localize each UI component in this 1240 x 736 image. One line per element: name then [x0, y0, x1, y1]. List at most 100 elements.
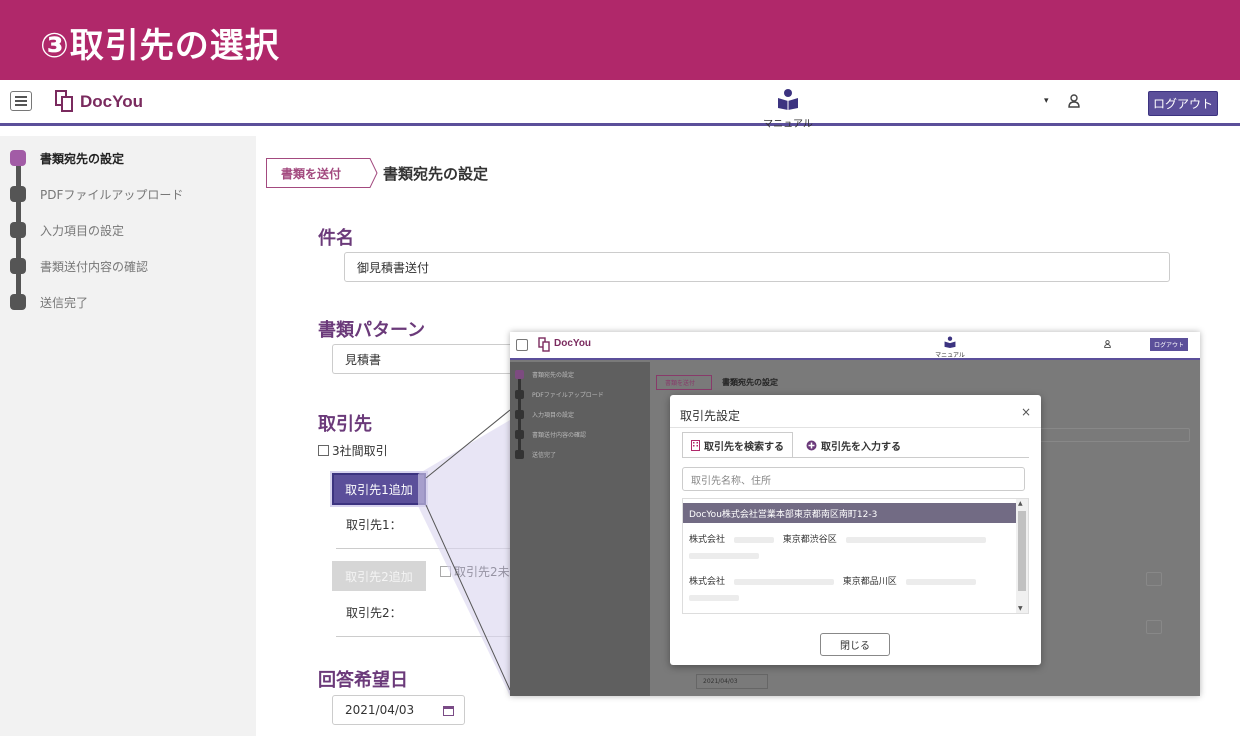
pattern-select[interactable]: 見積書	[332, 344, 510, 374]
result-address: 東京都品川区	[842, 577, 897, 587]
inset-header: DocYou マニュアル ログアウト	[510, 332, 1200, 360]
tab-search-partner[interactable]: 取引先を検索する	[682, 432, 793, 458]
checkbox-box[interactable]	[440, 566, 451, 577]
user-icon[interactable]	[1068, 94, 1080, 108]
redacted-text	[733, 578, 834, 585]
sidebar-step-pdf-upload[interactable]: PDFファイルアップロード	[10, 184, 183, 204]
result-row[interactable]: 株式会社 東京都渋谷区	[683, 529, 1016, 569]
answer-date-value: 2021/04/03	[345, 703, 415, 717]
add-partner1-button[interactable]: 取引先1追加	[332, 473, 426, 505]
building-icon	[691, 440, 700, 451]
docyou-logo-icon	[55, 90, 73, 112]
add-partner2-button[interactable]: 取引先2追加	[332, 561, 426, 591]
redacted-text	[905, 578, 976, 585]
checkbox-box[interactable]	[318, 445, 329, 456]
page-title: 書類宛先の設定	[383, 165, 489, 183]
step-marker	[10, 294, 26, 310]
breadcrumb-tag[interactable]: 書類を送付	[266, 158, 370, 188]
three-party-checkbox[interactable]: 3社間取引	[318, 442, 388, 459]
close-icon[interactable]: ×	[1021, 405, 1031, 419]
step-marker	[515, 450, 524, 459]
step-marker	[10, 222, 26, 238]
background-field	[1146, 620, 1162, 634]
result-text: DocYou株式会社営業本部東京都南区南町12-3	[689, 509, 878, 520]
answer-date-label: 回答希望日	[318, 670, 408, 691]
step-marker	[10, 258, 26, 274]
step-sidebar: 書類宛先の設定 PDFファイルアップロード 入力項目の設定 書類送付内容の確認 …	[0, 136, 256, 736]
partner2-unset-checkbox[interactable]: 取引先2未	[440, 563, 510, 580]
page-title: 書類宛先の設定	[722, 378, 778, 387]
step-label: 入力項目の設定	[40, 223, 125, 238]
partner-result-list: DocYou株式会社営業本部東京都南区南町12-3 株式会社 東京都渋谷区 株式…	[682, 498, 1029, 614]
divider	[336, 636, 510, 637]
book-reader-icon	[944, 336, 956, 348]
redacted-text	[689, 552, 759, 559]
step-marker	[515, 410, 524, 419]
answer-date-input[interactable]: 2021/04/03	[332, 695, 465, 725]
tutorial-banner: ③取引先の選択	[0, 0, 1240, 80]
subject-input[interactable]: 御見積書送付	[344, 252, 1170, 282]
manual-label: マニュアル	[935, 352, 965, 359]
breadcrumb-tag: 書類を送付	[656, 375, 712, 390]
step-label: 書類宛先の設定	[40, 151, 125, 166]
manual-link[interactable]: マニュアル	[758, 88, 818, 130]
result-row-selected[interactable]: DocYou株式会社営業本部東京都南区南町12-3	[683, 503, 1016, 523]
divider	[670, 427, 1041, 428]
scroll-up-icon[interactable]: ▲	[1018, 500, 1023, 507]
divider	[336, 548, 510, 549]
partner1-label: 取引先1：	[346, 518, 402, 532]
step-label: 送信完了	[40, 295, 89, 310]
tab-input-partner[interactable]: 取引先を入力する	[798, 432, 909, 458]
modal-title: 取引先設定	[680, 409, 741, 423]
logo-text: DocYou	[554, 338, 592, 349]
scroll-down-icon[interactable]: ▼	[1018, 605, 1023, 612]
step-marker	[10, 150, 26, 166]
result-company: 株式会社	[689, 535, 726, 545]
chevron-down-icon[interactable]: ▾	[1044, 96, 1049, 106]
hamburger-menu-button[interactable]	[10, 91, 32, 111]
background-field	[1146, 572, 1162, 586]
step-label: 書類送付内容の確認	[40, 259, 149, 274]
step-label: 入力項目の設定	[532, 412, 575, 419]
plus-circle-icon	[806, 440, 817, 450]
step-label: 書類送付内容の確認	[532, 432, 587, 439]
inset-step: 書類送付内容の確認	[515, 430, 586, 439]
inset-step: PDFファイルアップロード	[515, 390, 604, 399]
step-marker	[515, 390, 524, 399]
docyou-logo-icon	[538, 337, 550, 352]
banner-title: ③取引先の選択	[40, 26, 280, 66]
redacted-text	[845, 536, 986, 543]
answer-date-input: 2021/04/03	[696, 674, 768, 689]
calendar-icon[interactable]	[443, 705, 454, 716]
tab-label: 取引先を入力する	[821, 441, 901, 453]
redacted-text	[733, 536, 774, 543]
logo-text: DocYou	[80, 92, 143, 111]
background-field	[1030, 428, 1190, 442]
book-reader-icon	[778, 89, 798, 110]
scroll-thumb[interactable]	[1018, 511, 1026, 591]
partner2-label: 取引先2：	[346, 606, 402, 620]
redacted-text	[689, 594, 739, 601]
result-address: 東京都渋谷区	[782, 535, 837, 545]
logout-button: ログアウト	[1150, 338, 1188, 351]
step-label: 書類宛先の設定	[532, 372, 575, 379]
sidebar-step-complete[interactable]: 送信完了	[10, 292, 88, 312]
step-label: PDFファイルアップロード	[40, 187, 184, 202]
partner-label: 取引先	[318, 414, 372, 435]
tab-underline	[682, 457, 1029, 458]
result-company: 株式会社	[689, 577, 726, 587]
logout-button[interactable]: ログアウト	[1148, 91, 1218, 116]
pattern-label: 書類パターン	[318, 320, 426, 341]
sidebar-step-input-items[interactable]: 入力項目の設定	[10, 220, 124, 240]
result-row[interactable]: 株式会社 東京都品川区	[683, 571, 1016, 611]
step-label: PDFファイルアップロード	[532, 392, 604, 399]
step-marker	[10, 186, 26, 202]
step-label: 送信完了	[532, 452, 557, 459]
sidebar-step-recipient[interactable]: 書類宛先の設定	[10, 148, 124, 168]
partner-settings-modal: 取引先設定 × 取引先を検索する 取引先を入力する 取引先名称、住所 DocYo…	[670, 395, 1041, 665]
partner-search-input[interactable]: 取引先名称、住所	[682, 467, 1025, 491]
manual-link: マニュアル	[930, 336, 970, 359]
result-scrollbar[interactable]: ▲ ▼	[1016, 499, 1028, 613]
sidebar-step-confirm[interactable]: 書類送付内容の確認	[10, 256, 148, 276]
close-button[interactable]: 閉じる	[820, 633, 890, 656]
